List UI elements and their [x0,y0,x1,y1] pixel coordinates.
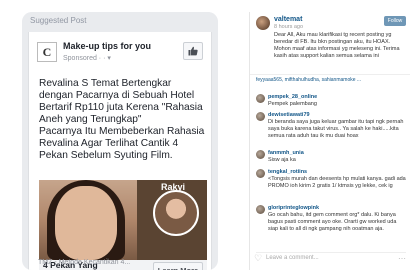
page-name[interactable]: Make-up tips for you [63,41,151,51]
comment-username[interactable]: pempek_28_online [268,94,317,100]
post-time: 8 hours ago [274,24,304,30]
sponsored-post-card[interactable]: C Make-up tips for you Sponsored · · ▾ R… [28,32,212,270]
comment-avatar[interactable] [256,94,265,103]
circle-inset-photo [153,190,199,236]
post-username[interactable]: valtemat [274,16,302,23]
comment-placeholder: Leave a comment... [266,255,319,261]
comment-text: Pempek palembang [268,101,317,107]
suggested-post-label: Suggested Post [22,12,218,32]
woman-face [55,186,117,260]
facebook-phone-view: Suggested Post C Make-up tips for you Sp… [22,12,218,270]
heart-icon[interactable]: ♡ [254,253,262,264]
post-caption: Dear All, Aku mau klarifikasi tg recent … [274,32,400,59]
post-headline-1: Revalina S Temat Bertengkar dengan Pacar… [39,78,203,125]
comment-avatar[interactable] [256,150,265,159]
page-logo-letter: C [42,44,52,59]
likes-line[interactable]: feyyaaa565, mifthahulhudha, sahianmamoke… [250,74,410,84]
comment-text: Di beranda saya juga keluar gambar itu t… [268,119,404,139]
comment-input[interactable]: ♡ Leave a comment... ⋯ [254,252,406,264]
sponsored-label: Sponsored · · ▾ [63,55,111,62]
more-icon[interactable]: ⋯ [398,254,406,263]
post-headline-2: Pacarnya Itu Membeberkan Rahasia Revalin… [39,126,205,161]
instagram-post-panel: valtemat 8 hours ago Follow Dear All, Ak… [249,12,410,270]
screenshot-canvas: Suggested Post C Make-up tips for you Sp… [0,0,410,270]
comment-avatar[interactable] [256,205,265,214]
follow-button[interactable]: Follow [384,16,406,26]
learn-more-button[interactable]: Learn More [153,262,203,270]
link-source: TMZ - Metode Kecantikan 4... [38,259,131,266]
post-header: valtemat 8 hours ago Follow Dear All, Ak… [250,12,410,72]
comment-username[interactable]: gloriprinteglowpink [268,205,319,211]
comment-username[interactable]: tengkal_rotiins [268,169,307,175]
comment-text: Go ocah bahu, itd gem comment org* dalu.… [268,212,397,232]
avatar[interactable] [256,16,270,30]
comment-username[interactable]: fanmmh_unia [268,150,304,156]
page-logo[interactable]: C [37,42,57,62]
comment-username[interactable]: dewisetiawati79 [268,112,310,118]
ad-image[interactable]: Rakyi [39,180,207,260]
comment-avatar[interactable] [256,112,265,121]
comment-text: <Tongsis murah dan deesents hp mulati ka… [268,176,406,189]
thumbs-up-icon [188,46,198,56]
like-page-button[interactable] [183,42,203,60]
comment-avatar[interactable] [256,169,265,178]
ad-header: C Make-up tips for you Sponsored · · ▾ [29,32,211,70]
comment-text: Sisw aja ka [268,157,296,163]
